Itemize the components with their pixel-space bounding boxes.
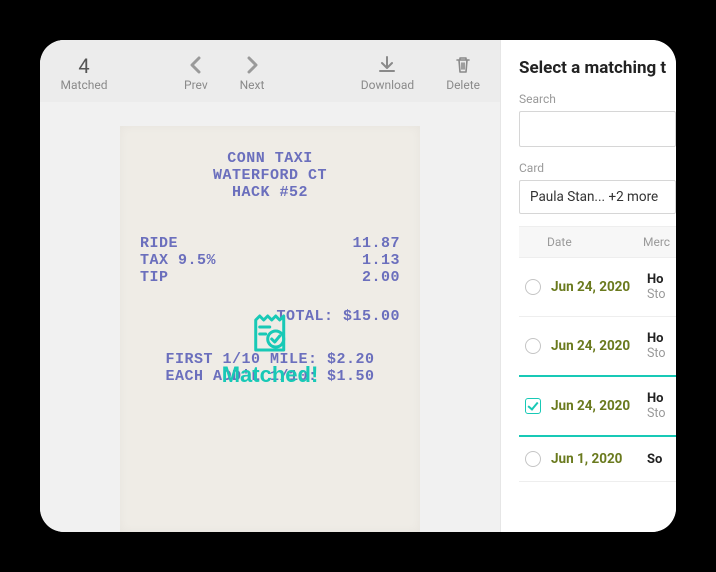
row-merchant: HoSto xyxy=(647,272,666,302)
chevron-right-icon xyxy=(244,54,260,76)
receipt-pane: 4 Matched Prev Next xyxy=(40,40,500,532)
row-date: Jun 24, 2020 xyxy=(551,279,647,295)
receipt-viewport[interactable]: CONN TAXI WATERFORD CT HACK #52 RIDE 11.8… xyxy=(40,102,500,532)
row-merchant: HoSto xyxy=(647,391,666,421)
transactions-list: Jun 24, 2020HoStoJun 24, 2020HoStoJun 24… xyxy=(519,258,676,482)
card-label: Card xyxy=(519,161,676,175)
toolbar: 4 Matched Prev Next xyxy=(40,40,500,102)
receipt-item-label: TIP xyxy=(140,269,169,286)
search-input[interactable] xyxy=(519,111,676,147)
chevron-left-icon xyxy=(188,54,204,76)
row-merchant-name: Ho xyxy=(647,331,666,346)
app-panel: 4 Matched Prev Next xyxy=(40,40,676,532)
row-date: Jun 24, 2020 xyxy=(551,398,647,414)
receipt-line: HACK #52 xyxy=(140,184,400,201)
download-button[interactable]: Download xyxy=(361,54,414,92)
row-merchant: So xyxy=(647,452,662,467)
row-merchant-sub: Sto xyxy=(647,287,666,302)
row-merchant-sub: Sto xyxy=(647,406,666,421)
row-radio[interactable] xyxy=(525,338,541,354)
matched-label: Matched xyxy=(61,78,108,92)
matched-overlay-label: Matched! xyxy=(222,362,319,388)
transaction-row[interactable]: Jun 24, 2020HoSto xyxy=(519,317,676,376)
col-merchant: Merc xyxy=(643,235,670,249)
receipt-line: CONN TAXI xyxy=(140,150,400,167)
receipt-check-icon xyxy=(248,312,292,356)
receipt-item-label: TAX 9.5% xyxy=(140,252,216,269)
prev-button[interactable]: Prev xyxy=(184,54,208,92)
search-label: Search xyxy=(519,92,676,106)
receipt-item-value: 11.87 xyxy=(352,235,400,252)
next-button[interactable]: Next xyxy=(240,54,265,92)
row-radio[interactable] xyxy=(525,398,541,414)
card-select-value: Paula Stan... +2 more xyxy=(530,189,658,205)
matched-overlay: Matched! xyxy=(222,312,319,388)
sidebar-title: Select a matching t xyxy=(519,58,676,78)
row-date: Jun 1, 2020 xyxy=(551,451,647,467)
receipt-item-value: 2.00 xyxy=(362,269,400,286)
transaction-row[interactable]: Jun 24, 2020HoSto xyxy=(519,375,676,437)
row-merchant: HoSto xyxy=(647,331,666,361)
receipt-item-value: 1.13 xyxy=(362,252,400,269)
row-radio[interactable] xyxy=(525,279,541,295)
row-merchant-name: Ho xyxy=(647,272,666,287)
delete-button[interactable]: Delete xyxy=(446,54,480,92)
trash-icon xyxy=(454,54,472,76)
match-sidebar: Select a matching t Search Card Paula St… xyxy=(500,40,676,532)
row-merchant-name: So xyxy=(647,452,662,467)
row-radio[interactable] xyxy=(525,451,541,467)
transactions-header: Date Merc xyxy=(519,226,676,258)
transaction-row[interactable]: Jun 1, 2020So xyxy=(519,437,676,482)
transaction-row[interactable]: Jun 24, 2020HoSto xyxy=(519,258,676,317)
receipt-item-label: RIDE xyxy=(140,235,178,252)
card-select[interactable]: Paula Stan... +2 more xyxy=(519,180,676,214)
matched-count: 4 xyxy=(78,56,89,76)
row-merchant-name: Ho xyxy=(647,391,666,406)
download-icon xyxy=(378,54,396,76)
matched-counter: 4 Matched xyxy=(54,56,114,92)
row-date: Jun 24, 2020 xyxy=(551,338,647,354)
row-merchant-sub: Sto xyxy=(647,346,666,361)
receipt-line: WATERFORD CT xyxy=(140,167,400,184)
col-date: Date xyxy=(547,235,643,249)
